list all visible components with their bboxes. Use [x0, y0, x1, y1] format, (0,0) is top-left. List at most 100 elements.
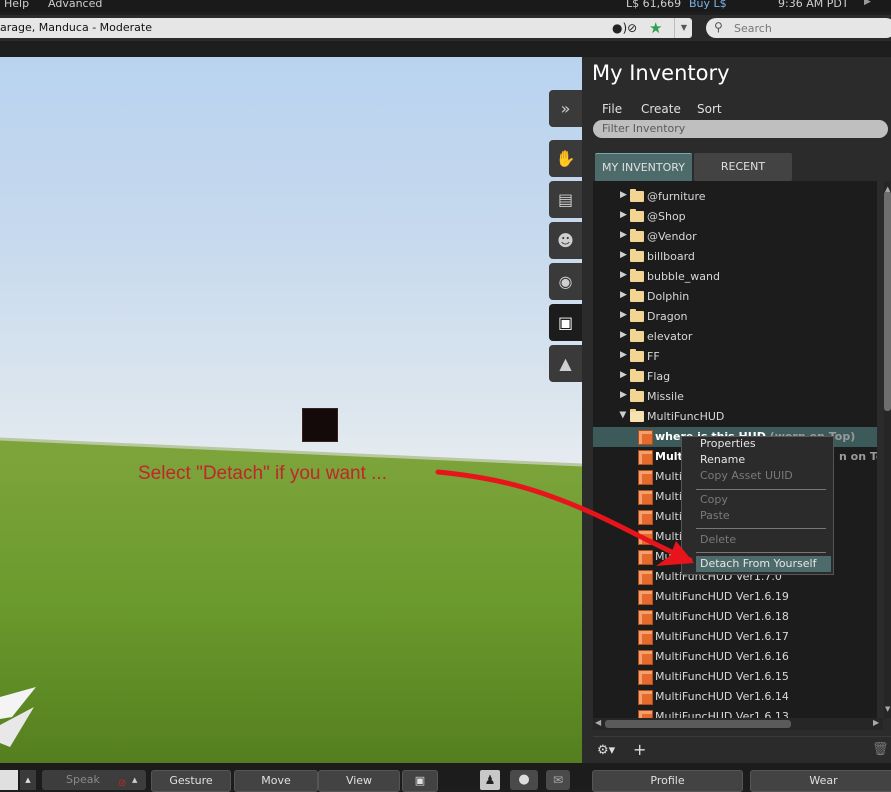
chat-bubble-icon[interactable]: ●: [510, 770, 538, 790]
inventory-item[interactable]: MultiFuncHUD Ver1.6.15: [593, 667, 877, 687]
tab-my-inventory[interactable]: MY INVENTORY: [595, 153, 692, 182]
expand-arrow-icon[interactable]: ▶: [620, 290, 627, 300]
location-field[interactable]: arage, Manduca - Moderate ●)⊘ ★ ▼: [0, 18, 692, 38]
item-label: MultiFuncHUD Ver1.6.14: [655, 690, 789, 703]
inventory-suitcase-icon[interactable]: ▣: [549, 304, 582, 341]
item-label: MultiFuncHUD Ver1.6.19: [655, 590, 789, 603]
expand-arrow-icon[interactable]: ▶: [620, 370, 627, 380]
media-disabled-icon[interactable]: ●)⊘: [612, 21, 637, 35]
filter-inventory-input[interactable]: Filter Inventory: [593, 120, 888, 138]
places-globe-icon[interactable]: ◉: [549, 263, 582, 300]
folder-label: FF: [647, 350, 660, 363]
folder-row[interactable]: ▶ FF: [593, 347, 877, 367]
folder-row[interactable]: ▶ @Vendor: [593, 227, 877, 247]
balance: L$ 61,669: [626, 0, 682, 10]
expand-arrow-icon[interactable]: ▶: [620, 330, 627, 340]
search-input[interactable]: ⚲ Search: [706, 18, 891, 38]
scroll-thumb[interactable]: [884, 191, 891, 411]
folder-icon: [630, 249, 644, 262]
dark-cube-object[interactable]: [302, 408, 338, 442]
menu-file[interactable]: File: [602, 102, 622, 116]
folder-row-open[interactable]: ▶ MultiFuncHUD: [593, 407, 877, 427]
gear-icon[interactable]: ⚙▾: [597, 743, 615, 758]
folder-label: billboard: [647, 250, 695, 263]
expand-arrow-icon[interactable]: ▶: [620, 390, 627, 400]
home-hand-icon[interactable]: ✋: [549, 140, 582, 177]
buy-currency-link[interactable]: Buy L$: [689, 0, 727, 10]
walk-mode-icon[interactable]: ♟: [480, 770, 500, 790]
expand-arrow-icon[interactable]: ▶: [620, 230, 627, 240]
add-icon[interactable]: +: [633, 740, 646, 759]
scroll-down-icon[interactable]: ▼: [885, 705, 890, 713]
tab-recent[interactable]: RECENT: [694, 153, 792, 181]
folder-row[interactable]: ▶ Dolphin: [593, 287, 877, 307]
context-menu: Properties Rename Copy Asset UUID Copy P…: [681, 436, 834, 575]
speak-label: Speak: [66, 773, 100, 786]
speak-button[interactable]: Speak ▲: [42, 770, 146, 790]
folder-row[interactable]: ▶ Missile: [593, 387, 877, 407]
menu-item-properties[interactable]: Properties: [700, 437, 756, 450]
scroll-right-icon[interactable]: ▶: [873, 718, 879, 727]
menu-item-copy: Copy: [700, 493, 728, 506]
vertical-scrollbar[interactable]: [884, 181, 891, 718]
expand-arrow-icon[interactable]: ▶: [620, 310, 627, 320]
object-icon: [638, 610, 653, 625]
folder-label: @Vendor: [647, 230, 697, 243]
open-folder-icon: [630, 409, 644, 422]
expand-arrow-icon[interactable]: ▶: [620, 210, 627, 220]
folder-row[interactable]: ▶ Dragon: [593, 307, 877, 327]
people-icon[interactable]: ☻: [549, 222, 582, 259]
inventory-actions: ⚙▾ + 🗑: [593, 736, 891, 765]
object-icon: [638, 510, 653, 525]
chat-input[interactable]: [0, 770, 18, 790]
horizontal-scrollbar[interactable]: ◀ ▶: [593, 718, 883, 730]
expand-arrow-icon[interactable]: ▶: [620, 250, 627, 260]
collapse-arrow-icon[interactable]: ▶: [617, 412, 627, 419]
inventory-item[interactable]: MultiFuncHUD Ver1.6.17: [593, 627, 877, 647]
mail-icon[interactable]: ✉: [546, 770, 570, 790]
world-view[interactable]: Select "Detach" if you want ...: [0, 57, 582, 763]
expand-arrow-icon[interactable]: ▶: [620, 270, 627, 280]
menu-create[interactable]: Create: [641, 102, 681, 116]
menu-separator: [696, 528, 826, 529]
appearance-shirt-icon[interactable]: ▲: [549, 345, 582, 382]
folder-row[interactable]: ▶ elevator: [593, 327, 877, 347]
scroll-left-icon[interactable]: ◀: [595, 718, 601, 727]
folder-icon: [630, 189, 644, 202]
menu-bar: Help Advanced L$ 61,669 Buy L$ 9:36 AM P…: [0, 0, 891, 12]
profile-card-icon[interactable]: ▤: [549, 181, 582, 218]
menu-item-detach[interactable]: Detach From Yourself: [700, 557, 816, 570]
folder-row[interactable]: ▶ bubble_wand: [593, 267, 877, 287]
inventory-item[interactable]: MultiFuncHUD Ver1.6.14: [593, 687, 877, 707]
inventory-item[interactable]: MultiFuncHUD Ver1.6.18: [593, 607, 877, 627]
play-media-icon[interactable]: ▶: [864, 0, 871, 7]
speak-options-icon[interactable]: ▲: [132, 770, 137, 790]
item-label: Mult: [655, 450, 683, 463]
item-label: MultiFuncHUD Ver1.6.18: [655, 610, 789, 623]
chat-history-icon[interactable]: ▲: [20, 770, 36, 790]
menu-advanced[interactable]: Advanced: [48, 0, 102, 10]
menu-item-rename[interactable]: Rename: [700, 453, 745, 466]
favorite-star-icon[interactable]: ★: [649, 19, 662, 37]
item-label: Multi: [655, 470, 682, 483]
inventory-item[interactable]: MultiFuncHUD Ver1.6.16: [593, 647, 877, 667]
inventory-item[interactable]: MultiFuncHUD Ver1.6.13: [593, 707, 877, 718]
expand-arrow-icon[interactable]: ▶: [620, 350, 627, 360]
location-dropdown-icon[interactable]: ▼: [674, 18, 693, 38]
trash-icon[interactable]: 🗑: [872, 742, 889, 757]
collapse-sidebar-icon[interactable]: »: [549, 90, 582, 127]
expand-arrow-icon[interactable]: ▶: [620, 190, 627, 200]
inventory-item[interactable]: MultiFuncHUD Ver1.6.19: [593, 587, 877, 607]
scroll-thumb[interactable]: [605, 720, 791, 728]
folder-row[interactable]: ▶ billboard: [593, 247, 877, 267]
folder-row[interactable]: ▶ @furniture: [593, 187, 877, 207]
folder-label: @Shop: [647, 210, 686, 223]
folder-icon: [630, 229, 644, 242]
scroll-up-icon[interactable]: ▲: [885, 185, 890, 193]
folder-row[interactable]: ▶ @Shop: [593, 207, 877, 227]
object-icon: [638, 690, 653, 705]
folder-row[interactable]: ▶ Flag: [593, 367, 877, 387]
menu-sort[interactable]: Sort: [697, 102, 722, 116]
menu-help[interactable]: Help: [4, 0, 29, 10]
object-icon: [638, 670, 653, 685]
